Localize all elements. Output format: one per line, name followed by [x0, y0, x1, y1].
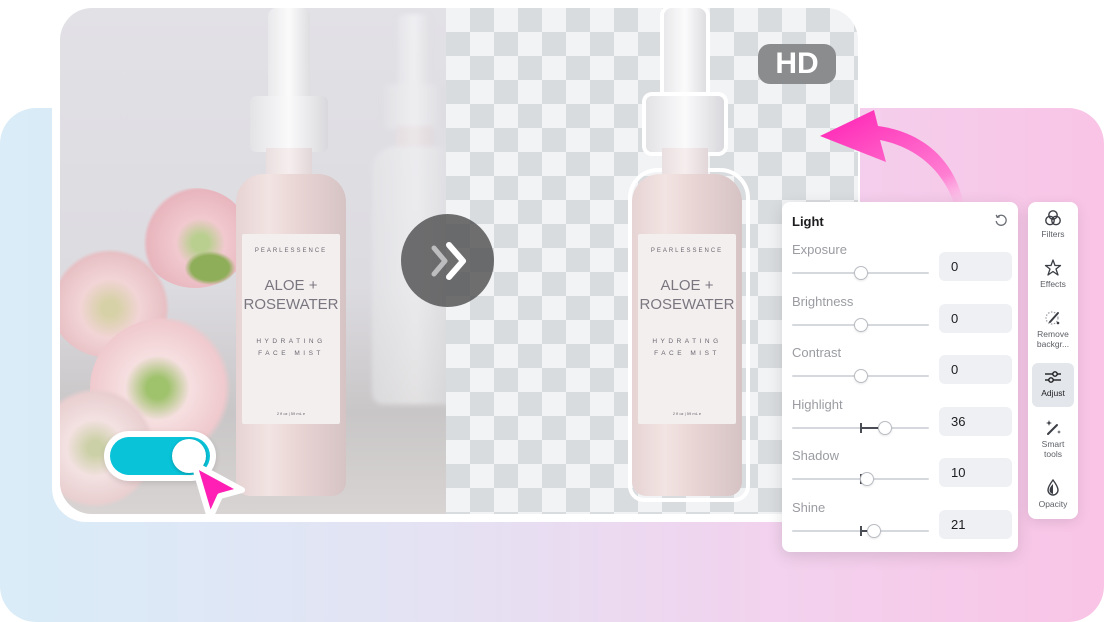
shadow-slider[interactable] — [792, 472, 929, 486]
sidebar-item-filters[interactable]: Filters — [1032, 208, 1074, 248]
pointer-cursor-icon — [191, 461, 245, 521]
shine-label: Shine — [792, 499, 826, 515]
contrast-slider[interactable] — [792, 369, 929, 383]
reset-icon[interactable] — [994, 213, 1008, 227]
remove-background-icon — [1045, 311, 1060, 325]
sidebar-item-label: Effects — [1040, 279, 1066, 289]
sidebar-item-label: Smart tools — [1041, 439, 1065, 459]
sidebar-item-smart-tools[interactable]: Smart tools — [1032, 418, 1074, 466]
highlight-value-input[interactable]: 36 — [939, 406, 1012, 436]
shine-slider[interactable] — [792, 523, 929, 538]
adjust-row-highlight: Highlight 36 — [792, 397, 1012, 447]
product-subtitle: HYDRATING FACE MIST — [652, 338, 722, 357]
exposure-value-input[interactable]: 0 — [939, 252, 1012, 281]
contrast-value-input[interactable]: 0 — [939, 355, 1012, 384]
brand-text: PEARLESSENCE — [254, 248, 328, 254]
product-label: PEARLESSENCE ALOE + ROSEWATER HYDRATING FA… — [638, 234, 736, 424]
slider-thumb[interactable] — [853, 317, 868, 332]
contrast-label: Contrast — [792, 345, 842, 360]
exposure-slider[interactable] — [792, 266, 929, 280]
sidebar-item-adjust[interactable]: Adjust — [1032, 363, 1074, 407]
adjust-row-shine: Shine 21 — [792, 500, 1012, 550]
sidebar-item-label: Filters — [1041, 229, 1065, 239]
brightness-label: Brightness — [792, 293, 854, 309]
slider-origin-tick — [859, 422, 862, 433]
brightness-slider[interactable] — [792, 317, 929, 332]
highlight-label: Highlight — [792, 396, 843, 412]
adjust-row-exposure: Exposure 0 — [792, 242, 1012, 292]
volume-text: 2 fl oz | 59 mL e — [672, 411, 702, 416]
leaf — [180, 248, 240, 288]
compare-button[interactable] — [401, 214, 494, 307]
adjust-row-contrast: Contrast 0 — [792, 345, 1012, 395]
highlight-slider[interactable] — [792, 420, 929, 435]
slider-thumb[interactable] — [853, 266, 868, 280]
brand-text: PEARLESSENCE — [650, 248, 724, 254]
sidebar-item-opacity[interactable]: Opacity — [1032, 478, 1074, 514]
hd-badge: HD — [758, 44, 836, 84]
effects-icon — [1044, 259, 1062, 276]
opacity-icon — [1047, 478, 1059, 496]
shadow-label: Shadow — [792, 448, 839, 463]
double-chevron-right-icon — [431, 241, 466, 280]
brightness-value-input[interactable]: 0 — [939, 303, 1012, 333]
shine-value-input[interactable]: 21 — [939, 509, 1012, 539]
slider-thumb[interactable] — [878, 420, 893, 435]
shadow-value-input[interactable]: 10 — [939, 458, 1012, 487]
sidebar-item-label: Adjust — [1041, 388, 1065, 398]
sidebar-item-effects[interactable]: Effects — [1032, 258, 1074, 298]
volume-text: 2 fl oz | 59 mL e — [276, 411, 306, 416]
slider-thumb[interactable] — [867, 523, 882, 538]
product-name: ALOE + ROSEWATER — [639, 277, 735, 313]
slider-origin-tick — [859, 525, 862, 536]
adjust-row-shadow: Shadow 10 — [792, 448, 1012, 498]
product-subtitle: HYDRATING FACE MIST — [256, 338, 326, 357]
panel-title: Light — [792, 214, 824, 229]
light-adjust-panel: Light Exposure 0 Brightness 0 Contrast 0 Highl… — [782, 202, 1018, 552]
sidebar-item-label: Opacity — [1038, 499, 1068, 509]
product-label: PEARLESSENCE ALOE + ROSEWATER HYDRATING FA… — [242, 234, 340, 424]
filters-icon — [1045, 210, 1061, 226]
sidebar-item-remove-background[interactable]: Remove backgr... — [1032, 308, 1074, 356]
smart-tools-icon — [1046, 420, 1061, 435]
product-name: ALOE + ROSEWATER — [243, 277, 339, 313]
slider-thumb[interactable] — [853, 369, 868, 383]
exposure-label: Exposure — [792, 242, 847, 257]
slider-thumb[interactable] — [860, 472, 875, 486]
adjust-icon — [1045, 371, 1061, 383]
tools-sidebar: Filters Effects Remove backgr... Adjust … — [1028, 202, 1078, 519]
sidebar-item-label: Remove backgr... — [1036, 329, 1070, 349]
adjust-row-brightness: Brightness 0 — [792, 294, 1012, 344]
